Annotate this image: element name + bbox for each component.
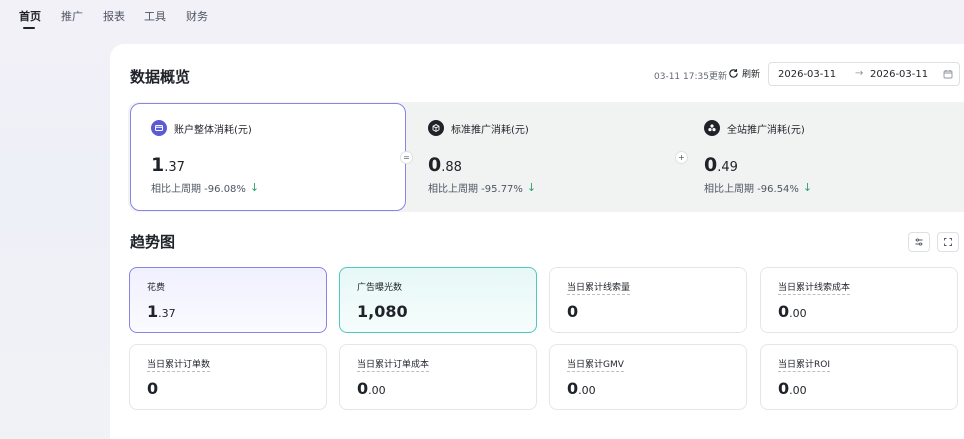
metric-fullsite-compare-text: 相比上周期 -96.54% — [704, 184, 799, 195]
trend-card-value: 0.00 — [778, 379, 807, 398]
refresh-label: 刷新 — [742, 70, 761, 80]
refresh-icon — [729, 69, 738, 78]
trend-card-label: 当日累计ROI — [778, 357, 830, 372]
metric-standard-label: 标准推广消耗(元) — [451, 124, 529, 136]
trend-card-int: 0 — [567, 379, 579, 398]
trend-card-label: 当日累计GMV — [567, 357, 624, 372]
metric-fullsite-compare: 相比上周期 -96.54% ↓ — [704, 180, 812, 195]
main-panel: 数据概览 03-11 17:35更新 刷新 2026-03-11 → 2026-… — [110, 44, 964, 439]
fullscreen-button[interactable] — [937, 232, 959, 252]
trend-card-value: 0.00 — [357, 379, 386, 398]
trend-card-label: 当日累计订单数 — [147, 357, 211, 372]
arrow-down-icon: ↓ — [249, 181, 260, 194]
metric-fullsite-header: 全站推广消耗(元) — [704, 120, 805, 136]
date-range-picker[interactable]: 2026-03-11 → 2026-03-11 — [768, 62, 960, 86]
cluster-icon — [704, 120, 720, 136]
trend-card-gmv[interactable]: 当日累计GMV 0.00 — [549, 344, 747, 410]
trend-card-orders[interactable]: 当日累计订单数 0 — [129, 344, 327, 410]
date-start[interactable]: 2026-03-11 — [778, 69, 836, 80]
nav-item-tools[interactable]: 工具 — [144, 8, 166, 24]
trend-card-value: 1,080 — [357, 302, 408, 321]
metric-standard-header: 标准推广消耗(元) — [428, 120, 529, 136]
metric-account-compare-text: 相比上周期 -96.08% — [151, 184, 246, 195]
trend-card-dec: .00 — [789, 307, 807, 320]
metric-fullsite-int: 0 — [704, 154, 718, 176]
metric-standard-dec: .88 — [441, 160, 462, 175]
trend-card-value: 0.00 — [778, 302, 807, 321]
metric-fullsite-dec: .49 — [717, 160, 738, 175]
trend-card-value: 0 — [567, 302, 578, 321]
trend-card-label: 当日累计订单成本 — [357, 357, 430, 372]
arrow-down-icon: ↓ — [802, 181, 813, 194]
nav-item-promotion[interactable]: 推广 — [61, 8, 83, 24]
metric-fullsite-value: 0.49 — [704, 154, 738, 176]
cube-icon — [428, 120, 444, 136]
arrow-down-icon: ↓ — [526, 181, 537, 194]
trend-card-dec: .00 — [789, 384, 807, 397]
metric-account-int: 1 — [151, 154, 165, 176]
metric-standard-compare-text: 相比上周期 -95.77% — [428, 184, 523, 195]
trend-card-label: 当日累计线索量 — [567, 280, 631, 295]
refresh-button[interactable]: 刷新 — [728, 67, 760, 80]
nav-item-home[interactable]: 首页 — [19, 8, 41, 24]
nav-item-reports[interactable]: 报表 — [103, 8, 125, 24]
trend-card-value: 1.37 — [147, 302, 176, 321]
date-arrow-icon: → — [855, 68, 864, 79]
equals-operator: = — [400, 151, 413, 164]
trend-card-roi[interactable]: 当日累计ROI 0.00 — [760, 344, 958, 410]
settings-button[interactable] — [908, 232, 930, 252]
trend-card-dec: .37 — [158, 307, 176, 320]
metric-account-value: 1.37 — [151, 154, 185, 176]
metric-standard-value: 0.88 — [428, 154, 462, 176]
sliders-icon — [915, 238, 923, 246]
metric-standard-int: 0 — [428, 154, 442, 176]
trend-card-label: 广告曝光数 — [357, 283, 403, 293]
trend-card-label: 花费 — [147, 283, 166, 293]
trend-card-int: 0 — [147, 379, 159, 398]
trend-card-value: 0 — [147, 379, 158, 398]
date-end[interactable]: 2026-03-11 — [870, 69, 928, 80]
nav-active-indicator — [23, 27, 35, 29]
trend-card-int: 0 — [567, 302, 579, 321]
metric-account-header: 账户整体消耗(元) — [151, 120, 252, 136]
trend-card-int: 1 — [147, 302, 159, 321]
trend-card-order-cost[interactable]: 当日累计订单成本 0.00 — [339, 344, 537, 410]
trend-card-spend[interactable]: 花费 1.37 — [129, 267, 327, 333]
trend-card-int: 0 — [357, 379, 369, 398]
fullscreen-icon — [944, 238, 952, 246]
trend-card-impressions[interactable]: 广告曝光数 1,080 — [339, 267, 537, 333]
metric-fullsite-label: 全站推广消耗(元) — [727, 124, 805, 136]
trend-card-int: 0 — [778, 379, 790, 398]
metric-account-dec: .37 — [164, 160, 185, 175]
metric-standard-compare: 相比上周期 -95.77% ↓ — [428, 180, 536, 195]
wallet-icon — [151, 120, 167, 136]
trend-title: 趋势图 — [130, 233, 176, 251]
plus-operator: + — [675, 151, 688, 164]
overview-title: 数据概览 — [130, 68, 191, 86]
trend-card-label: 当日累计线索成本 — [778, 280, 851, 295]
nav-item-finance[interactable]: 财务 — [186, 8, 208, 24]
trend-card-int: 0 — [778, 302, 790, 321]
metric-account-compare: 相比上周期 -96.08% ↓ — [151, 180, 259, 195]
trend-card-value: 0.00 — [567, 379, 596, 398]
trend-card-leads[interactable]: 当日累计线索量 0 — [549, 267, 747, 333]
calendar-icon — [943, 70, 953, 79]
trend-card-int: 1,080 — [357, 302, 408, 321]
top-nav: 首页 推广 报表 工具 财务 — [0, 0, 964, 36]
trend-card-lead-cost[interactable]: 当日累计线索成本 0.00 — [760, 267, 958, 333]
trend-card-dec: .00 — [368, 384, 386, 397]
updated-time: 03-11 17:35更新 — [654, 72, 727, 82]
metric-account-label: 账户整体消耗(元) — [174, 124, 252, 136]
trend-card-dec: .00 — [578, 384, 596, 397]
